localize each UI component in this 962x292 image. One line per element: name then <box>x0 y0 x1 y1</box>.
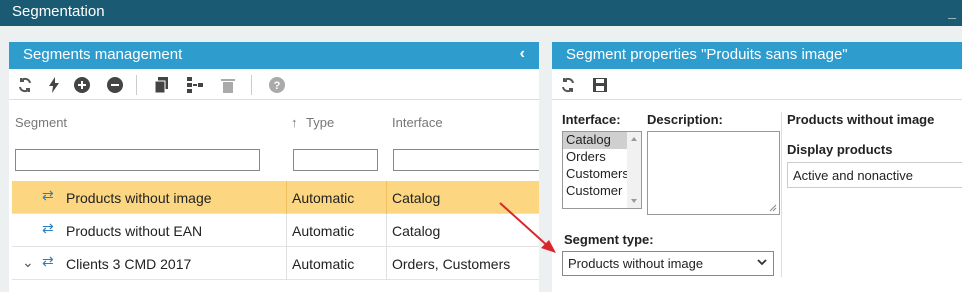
annotation-arrow <box>499 202 556 253</box>
